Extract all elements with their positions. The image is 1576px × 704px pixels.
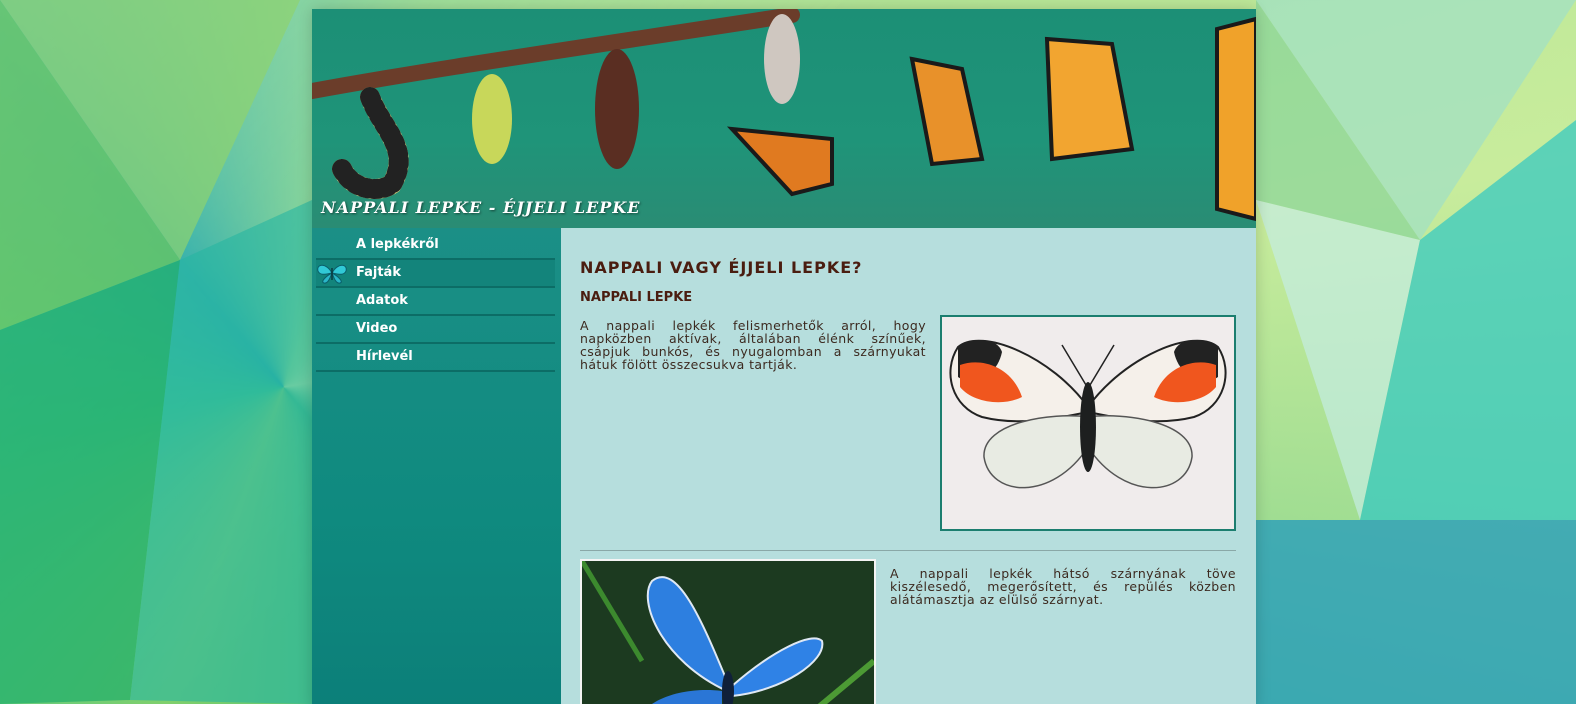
orange-tip-butterfly-image [940,315,1236,531]
sidebar-item-label: Adatok [356,293,408,308]
sidebar-item-video[interactable]: Video [316,316,555,344]
section-title: NAPPALI LEPKE [580,290,693,305]
chrysalis-banner-image [312,9,1256,222]
section-divider [580,550,1236,551]
sidebar-item-label: Hírlevél [356,349,413,364]
sidebar: A lepkékről Fajták Adatok Video Hírlevél [312,228,561,704]
blue-butterfly-image [580,559,876,704]
sidebar-item-species[interactable]: Fajták [316,260,555,288]
paragraph-day-butterfly: A nappali lepkék felismerhetők arról, ho… [580,318,926,372]
site-title: NAPPALI LEPKE - ÉJJELI LEPKE [321,198,641,217]
sidebar-item-label: Fajták [356,265,401,280]
sidebar-item-about[interactable]: A lepkékről [316,232,555,260]
sidebar-item-label: A lepkékről [356,237,439,252]
sidebar-item-newsletter[interactable]: Hírlevél [316,344,555,372]
paragraph-hind-wing: A nappali lepkék hátsó szárnyának töve k… [890,566,1236,607]
page-title: NAPPALI VAGY ÉJJELI LEPKE? [580,258,863,277]
header-banner: NAPPALI LEPKE - ÉJJELI LEPKE [312,9,1256,228]
sidebar-item-label: Video [356,321,398,336]
sidebar-item-data[interactable]: Adatok [316,288,555,316]
butterfly-icon [317,264,347,284]
main-content: NAPPALI VAGY ÉJJELI LEPKE? NAPPALI LEPKE… [580,228,1236,704]
sidebar-nav: A lepkékről Fajták Adatok Video Hírlevél [316,232,555,372]
page-container: NAPPALI LEPKE - ÉJJELI LEPKE A lepkékről… [312,9,1256,704]
